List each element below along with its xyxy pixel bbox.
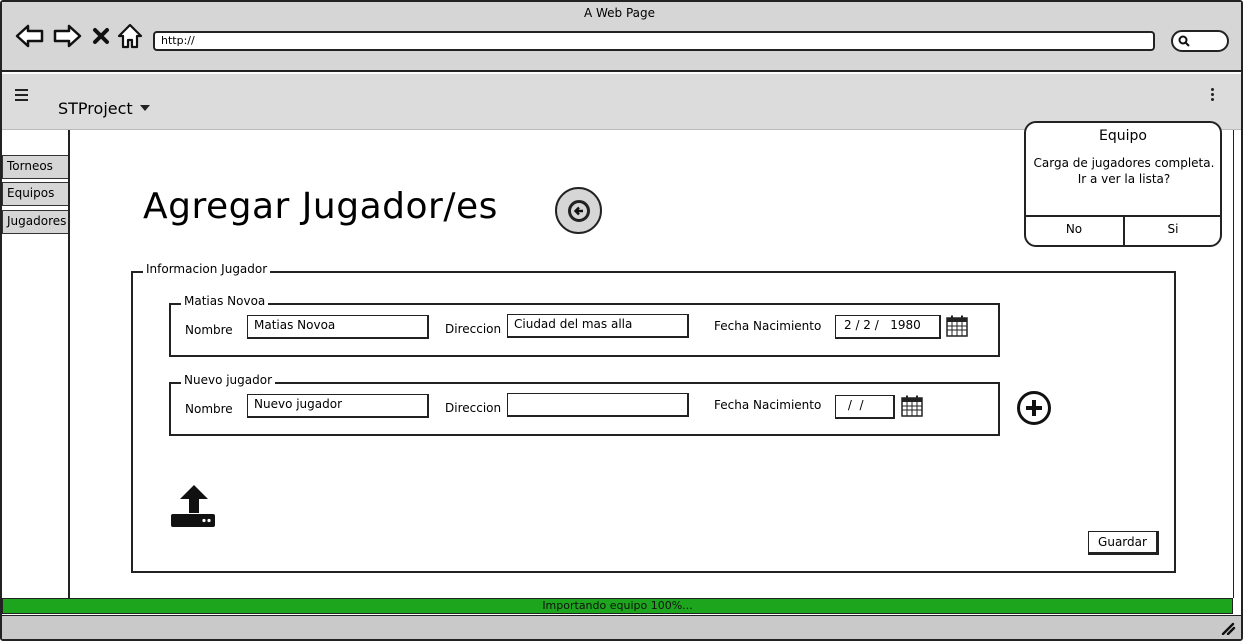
upload-icon[interactable] [170, 484, 216, 528]
save-button[interactable]: Guardar [1088, 531, 1159, 555]
player-legend: Matias Novoa [181, 294, 269, 308]
back-icon[interactable] [14, 22, 46, 50]
import-progress-bar: Importando equipo 100%... [2, 598, 1233, 614]
nombre-input[interactable]: Matias Novoa [247, 315, 429, 339]
sidebar-item-label: Jugadores [7, 214, 67, 228]
sidebar-item-equipos[interactable]: Equipos [2, 182, 70, 206]
dialog-title: Equipo [1099, 128, 1147, 144]
sidebar-item-label: Torneos [7, 159, 53, 173]
bottom-status-bar [2, 615, 1241, 639]
fecha-label: Fecha Nacimiento [714, 319, 822, 333]
project-title[interactable]: STProject [58, 99, 133, 118]
player-legend: Nuevo jugador [181, 373, 276, 387]
fecha-input[interactable]: / / [835, 395, 895, 419]
confirm-dialog: Equipo Carga de jugadores completa. Ir a… [1024, 121, 1222, 247]
forward-icon[interactable] [51, 22, 83, 50]
url-input[interactable]: http:// [153, 31, 1155, 51]
sidebar-divider [68, 130, 70, 598]
back-circle-icon [567, 199, 590, 222]
back-button[interactable] [555, 187, 602, 234]
fieldset-legend: Informacion Jugador [143, 262, 271, 276]
browser-search-field[interactable] [1171, 30, 1229, 52]
direccion-label: Direccion [445, 322, 502, 336]
home-icon[interactable] [116, 22, 144, 50]
sidebar-item-torneos[interactable]: Torneos [2, 155, 70, 179]
kebab-icon[interactable] [1210, 88, 1216, 103]
vertical-scrollbar[interactable] [1233, 130, 1241, 598]
window-title: A Web Page [583, 6, 656, 20]
close-icon[interactable] [90, 22, 112, 50]
calendar-icon[interactable] [901, 395, 923, 421]
sidebar-item-jugadores[interactable]: Jugadores [2, 210, 70, 234]
search-icon [1178, 35, 1190, 47]
fecha-input[interactable]: 2 / 2 / 1980 [835, 315, 941, 339]
plus-circle-icon [1026, 400, 1042, 416]
caret-down-icon[interactable] [140, 105, 150, 111]
calendar-icon[interactable] [946, 315, 968, 341]
nombre-label: Nombre [185, 323, 233, 337]
add-player-button[interactable] [1017, 391, 1051, 425]
direccion-input[interactable] [507, 393, 689, 417]
fecha-label: Fecha Nacimiento [714, 398, 822, 412]
direccion-input[interactable]: Ciudad del mas alla [507, 314, 689, 338]
dialog-message: Carga de jugadores completa. Ir a ver la… [1033, 156, 1215, 186]
resize-icon[interactable] [1220, 620, 1236, 636]
dialog-yes-button[interactable]: Si [1125, 222, 1221, 236]
page-title: Agregar Jugador/es [143, 186, 498, 227]
menu-icon[interactable] [14, 86, 30, 107]
nombre-input[interactable]: Nuevo jugador [247, 394, 429, 418]
sidebar-item-label: Equipos [7, 186, 55, 200]
direccion-label: Direccion [445, 401, 502, 415]
dialog-no-button[interactable]: No [1026, 222, 1122, 236]
nombre-label: Nombre [185, 402, 233, 416]
